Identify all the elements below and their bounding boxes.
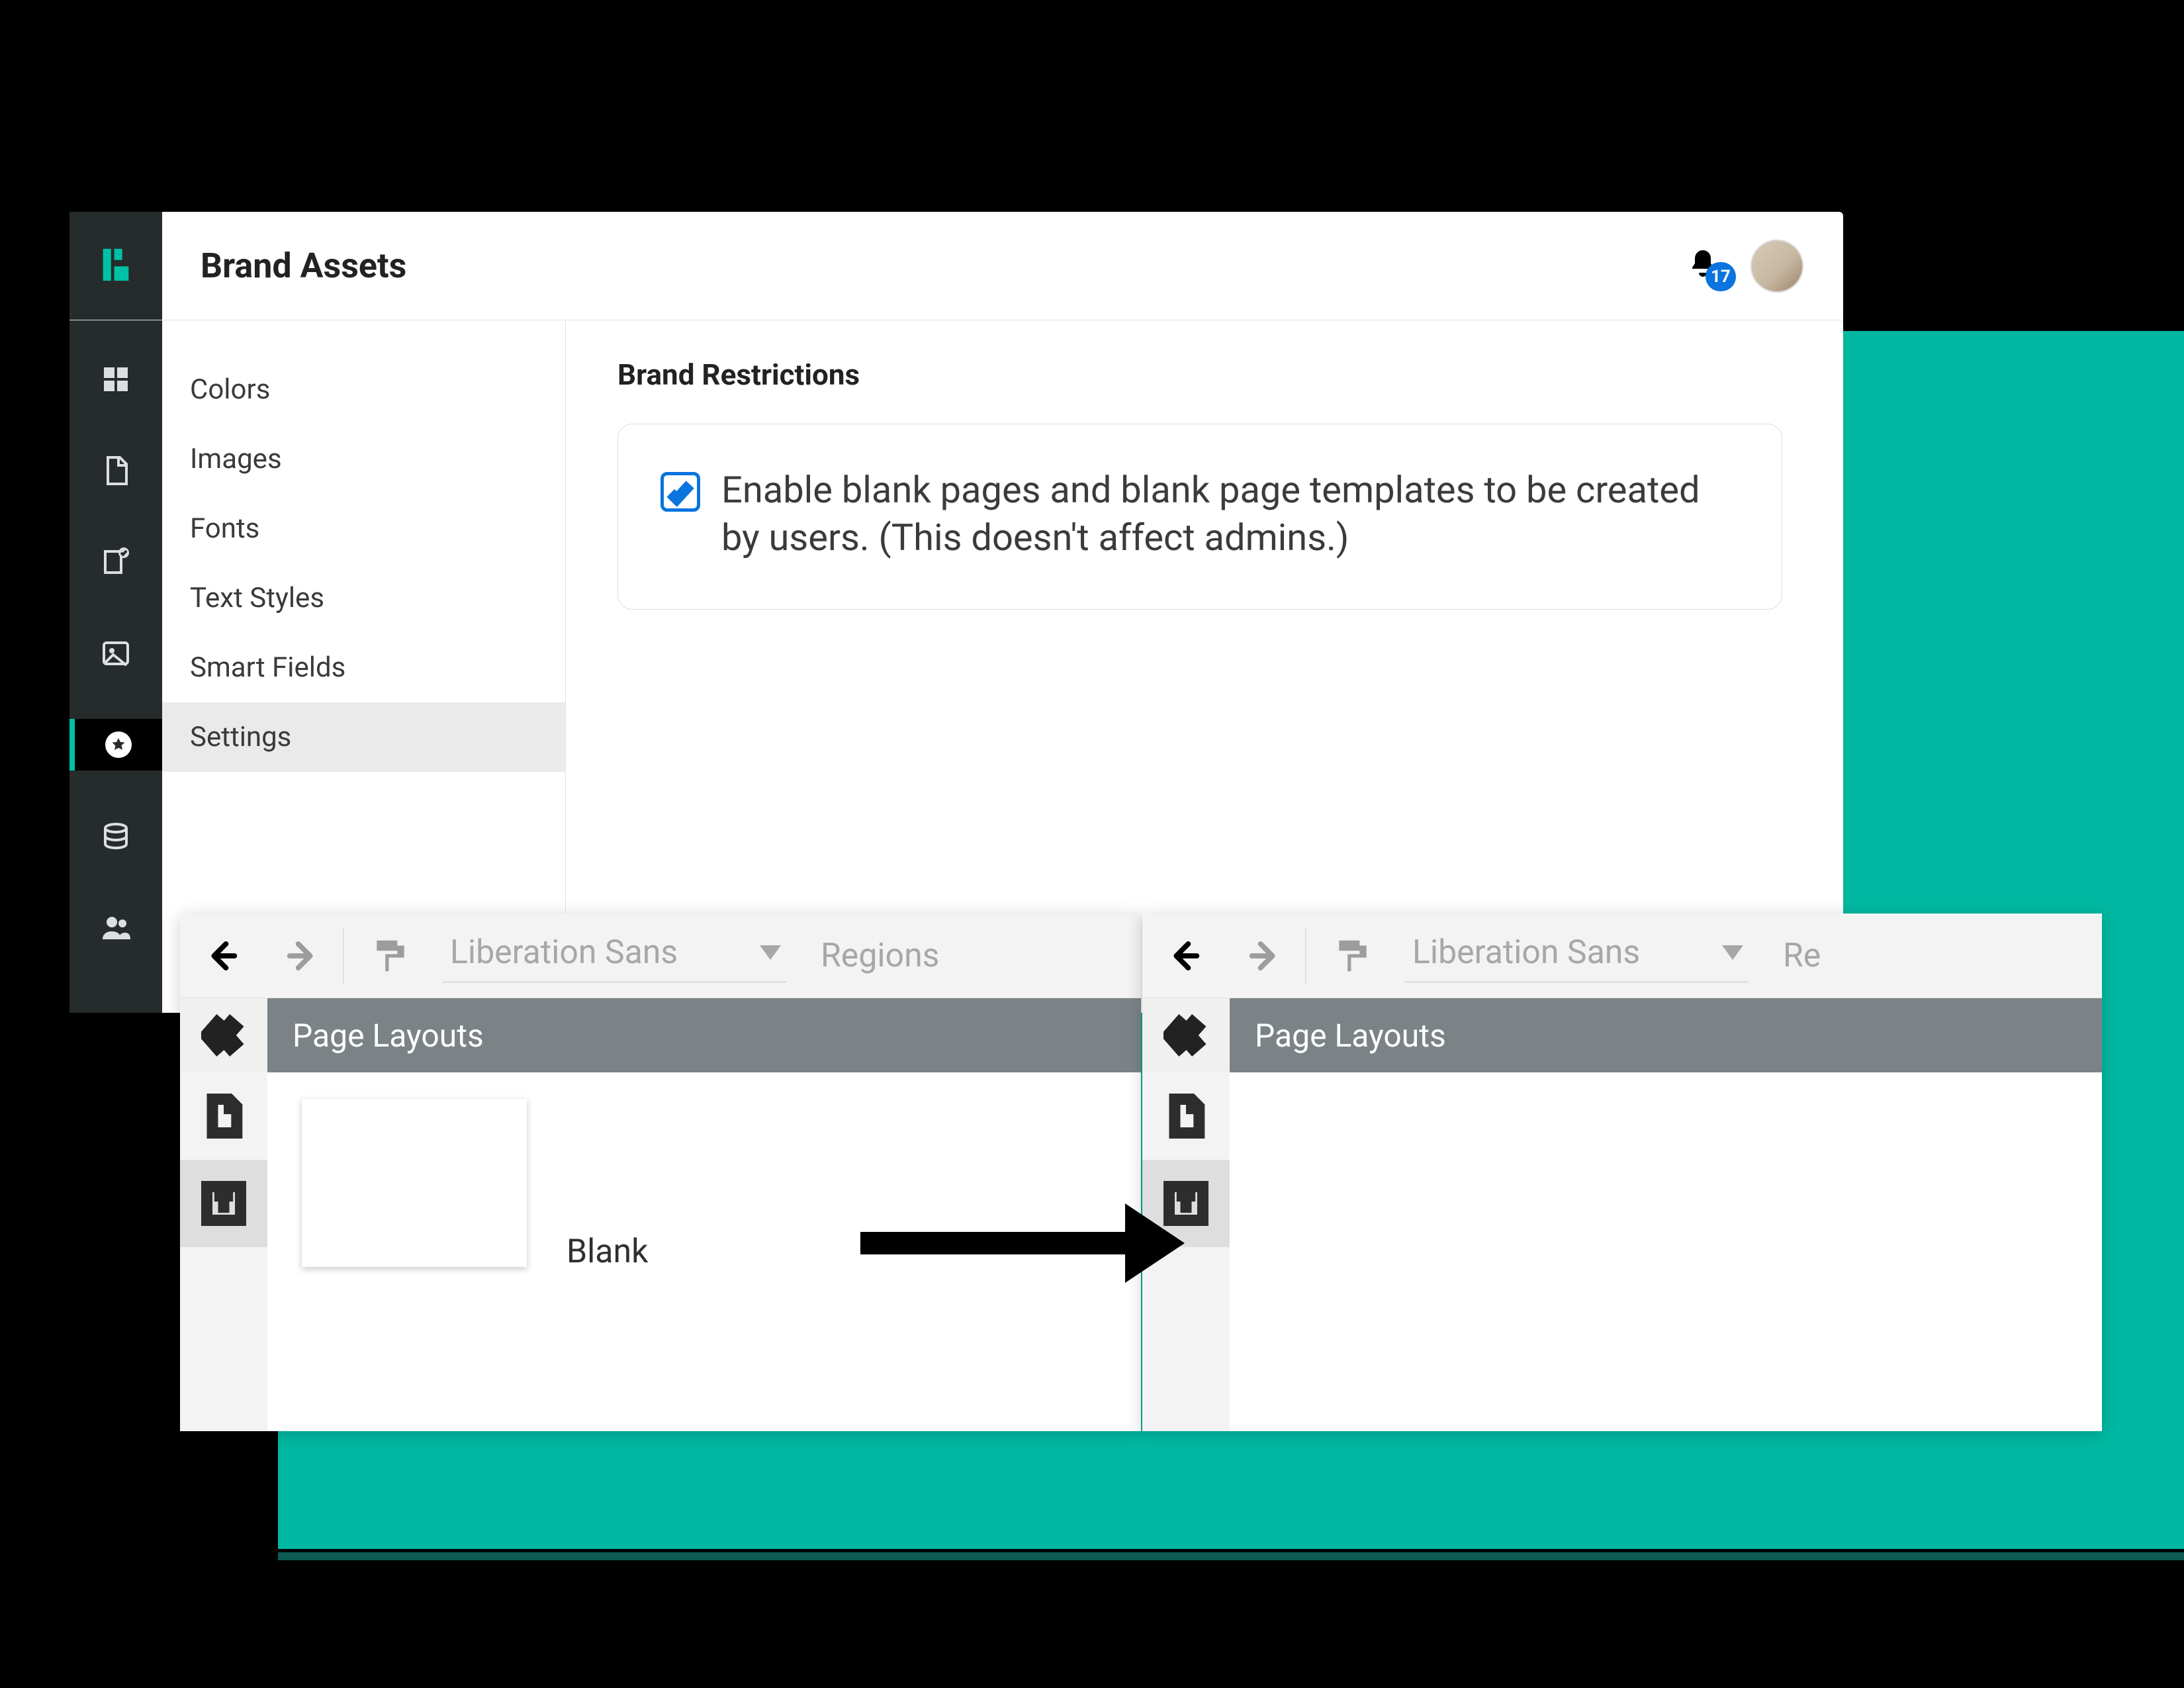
editor-panel-after: Liberation Sans Re Page Layouts	[1142, 914, 2102, 1431]
chevron-down-icon	[1722, 945, 1743, 960]
rail-images[interactable]	[69, 628, 162, 679]
collapse-sidebar-button[interactable]	[180, 998, 267, 1072]
content-area: Brand Restrictions Enable blank pages an…	[566, 320, 1843, 1013]
notifications-button[interactable]: 17	[1687, 248, 1724, 285]
mode-label: Re	[1783, 937, 1821, 975]
rail-dashboard[interactable]	[69, 353, 162, 405]
format-paint-button[interactable]	[359, 924, 422, 988]
format-paint-button[interactable]	[1321, 924, 1385, 988]
rail-documents[interactable]	[69, 445, 162, 496]
redo-button[interactable]	[1227, 924, 1291, 988]
app-window: Brand Assets 17 Colors Images Fonts	[69, 212, 1843, 1013]
enable-blank-pages-checkbox[interactable]	[660, 472, 700, 512]
check-icon	[666, 477, 695, 506]
brand-logo-icon	[97, 246, 135, 287]
font-family-select[interactable]: Liberation Sans	[1404, 928, 1749, 983]
undo-button[interactable]	[196, 924, 259, 988]
chevron-down-icon	[760, 945, 781, 960]
undo-button[interactable]	[1158, 924, 1222, 988]
notifications-count-badge: 17	[1706, 262, 1736, 291]
sidelist-fonts[interactable]: Fonts	[162, 494, 565, 563]
page-title: Brand Assets	[201, 246, 1687, 286]
editor-toolbar: Liberation Sans Re	[1142, 914, 2102, 998]
toolbar-divider	[1305, 928, 1306, 984]
restriction-card: Enable blank pages and blank page templa…	[617, 424, 1782, 610]
settings-sidelist: Colors Images Fonts Text Styles Smart Fi…	[162, 320, 566, 1013]
panel-title: Page Layouts	[180, 998, 1141, 1072]
sidelist-colors[interactable]: Colors	[162, 355, 565, 424]
panel-rail-page[interactable]	[180, 1072, 267, 1160]
transition-arrow-icon	[860, 1203, 1185, 1283]
rail-users[interactable]	[69, 902, 162, 953]
sidelist-images[interactable]: Images	[162, 424, 565, 494]
window-body: Colors Images Fonts Text Styles Smart Fi…	[69, 320, 1843, 1013]
panel-body	[1142, 1072, 2102, 1431]
font-family-value: Liberation Sans	[450, 933, 678, 972]
editor-panel-before: Liberation Sans Regions Page Layouts Bla…	[180, 914, 1141, 1431]
nav-rail	[69, 320, 162, 1013]
mode-label: Regions	[821, 937, 940, 975]
sidelist-settings[interactable]: Settings	[162, 702, 565, 772]
logo-cell	[69, 212, 162, 320]
rail-data[interactable]	[69, 810, 162, 862]
rail-templates[interactable]	[69, 536, 162, 588]
section-title: Brand Restrictions	[617, 357, 1792, 392]
avatar[interactable]	[1751, 240, 1803, 293]
restriction-text: Enable blank pages and blank page templa…	[721, 467, 1718, 561]
layout-blank-thumb[interactable]	[302, 1099, 527, 1267]
top-bar: Brand Assets 17	[69, 212, 1843, 320]
font-family-select[interactable]: Liberation Sans	[442, 928, 786, 983]
topbar-actions: 17	[1687, 240, 1843, 293]
sidelist-text-styles[interactable]: Text Styles	[162, 563, 565, 633]
panel-rail-page[interactable]	[1142, 1072, 1230, 1160]
panel-title-text: Page Layouts	[1255, 1017, 1446, 1055]
panel-title: Page Layouts	[1142, 998, 2102, 1072]
panel-rail-text[interactable]	[180, 1160, 267, 1247]
sidelist-smart-fields[interactable]: Smart Fields	[162, 633, 565, 702]
panel-title-text: Page Layouts	[293, 1017, 484, 1055]
layout-blank-label: Blank	[567, 1233, 648, 1271]
collapse-sidebar-button[interactable]	[1142, 998, 1230, 1072]
rail-brand-assets[interactable]	[69, 719, 162, 771]
layouts-area-empty	[1230, 1072, 2102, 1431]
panel-rail	[180, 1072, 267, 1431]
font-family-value: Liberation Sans	[1412, 933, 1640, 972]
toolbar-divider	[343, 928, 344, 984]
editor-toolbar: Liberation Sans Regions	[180, 914, 1141, 998]
redo-button[interactable]	[265, 924, 328, 988]
